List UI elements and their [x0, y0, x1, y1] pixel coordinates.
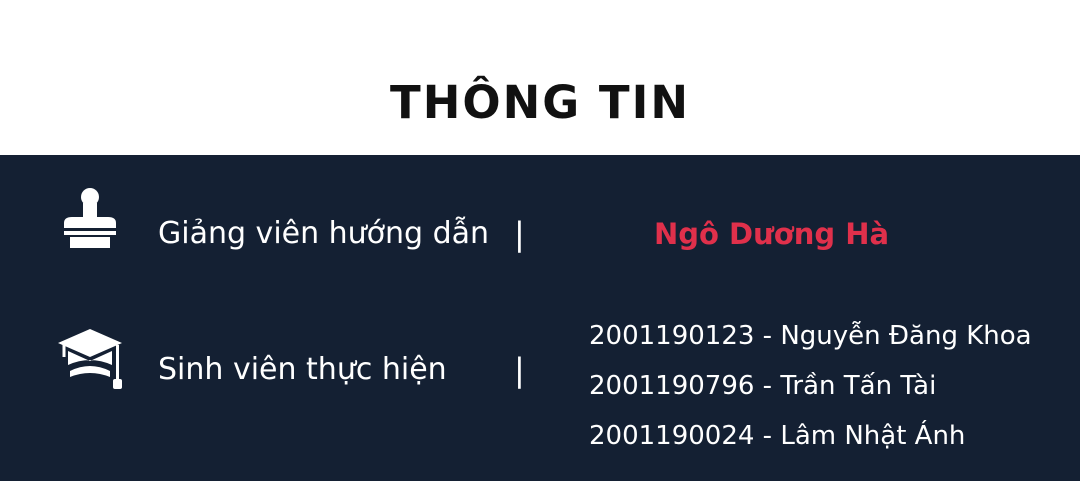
students-label: Sinh viên thực hiện — [158, 352, 447, 387]
list-item: 2001190024 - Lâm Nhật Ánh — [589, 421, 966, 451]
header: THÔNG TIN — [0, 0, 1080, 155]
list-item: 2001190796 - Trần Tấn Tài — [589, 371, 937, 401]
students-separator: | — [514, 351, 525, 389]
advisor-label: Giảng viên hướng dẫn — [158, 216, 490, 251]
info-panel: Giảng viên hướng dẫn | Ngô Dương Hà Sinh… — [0, 155, 1080, 481]
student-list: 2001190123 - Nguyễn Đăng Khoa 2001190796… — [589, 311, 1032, 461]
advisor-name: Ngô Dương Hà — [654, 217, 890, 251]
stamp-icon — [54, 185, 126, 257]
page-title: THÔNG TIN — [390, 76, 690, 129]
list-item: 2001190123 - Nguyễn Đăng Khoa — [589, 321, 1032, 351]
graduation-cap-icon — [54, 325, 126, 397]
advisor-separator: | — [514, 215, 525, 253]
